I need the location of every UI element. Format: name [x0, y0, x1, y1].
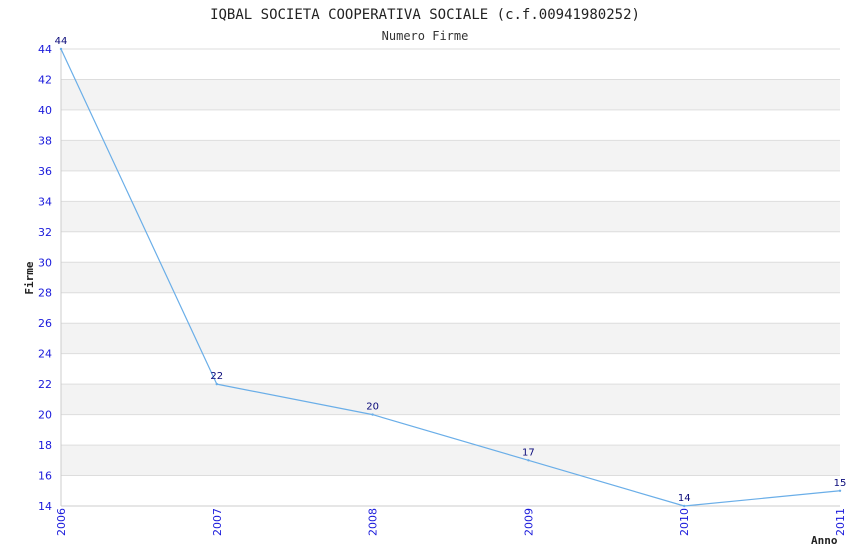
x-tick-label: 2006 — [55, 508, 68, 536]
y-tick-label: 18 — [38, 439, 52, 452]
grid-band — [61, 384, 840, 415]
y-tick-label: 32 — [38, 226, 52, 239]
y-tick-label: 14 — [38, 500, 52, 513]
data-point — [527, 459, 530, 462]
data-point — [838, 489, 842, 492]
grid-band — [61, 323, 840, 354]
y-tick-label: 36 — [38, 165, 52, 178]
y-tick-label: 40 — [38, 104, 52, 117]
y-tick-label: 42 — [38, 73, 52, 86]
data-point — [371, 413, 374, 416]
y-tick-label: 44 — [38, 43, 52, 56]
data-label: 15 — [834, 478, 847, 489]
data-label: 14 — [678, 493, 691, 504]
x-tick-label: 2010 — [678, 508, 691, 536]
y-axis: 14 16 18 20 22 24 26 28 30 32 34 36 38 40 42 44 — [38, 43, 52, 513]
x-axis: 2006 2007 2008 2009 2010 2011 — [55, 508, 847, 536]
data-point — [683, 504, 686, 508]
data-label: 20 — [366, 402, 379, 413]
x-tick-label: 2009 — [522, 508, 535, 536]
y-tick-label: 28 — [38, 287, 52, 300]
data-point — [215, 382, 218, 386]
y-tick-label: 24 — [38, 348, 52, 361]
data-label: 44 — [55, 36, 68, 47]
x-axis-label: Anno — [811, 534, 838, 547]
x-tick-label: 2011 — [834, 508, 847, 536]
y-tick-label: 30 — [38, 256, 52, 269]
y-tick-label: 22 — [38, 378, 52, 391]
y-axis-label: Firme — [23, 261, 36, 294]
y-tick-label: 38 — [38, 134, 52, 147]
y-tick-label: 34 — [38, 195, 52, 208]
chart-title: IQBAL SOCIETA COOPERATIVA SOCIALE (c.f.0… — [210, 7, 640, 23]
data-point — [59, 47, 63, 51]
data-label: 22 — [210, 371, 223, 382]
x-tick-label: 2007 — [211, 508, 224, 536]
grid-band — [61, 201, 840, 232]
chart-subtitle: Numero Firme — [382, 29, 469, 43]
grid-band — [61, 262, 840, 293]
line-chart: IQBAL SOCIETA COOPERATIVA SOCIALE (c.f.0… — [23, 7, 847, 547]
grid-band — [61, 140, 840, 171]
y-tick-label: 26 — [38, 317, 52, 330]
grid-band — [61, 79, 840, 110]
x-tick-label: 2008 — [367, 508, 380, 536]
data-label: 17 — [522, 447, 535, 458]
y-tick-label: 16 — [38, 470, 52, 483]
grid-band — [61, 445, 840, 476]
y-tick-label: 20 — [38, 409, 52, 422]
